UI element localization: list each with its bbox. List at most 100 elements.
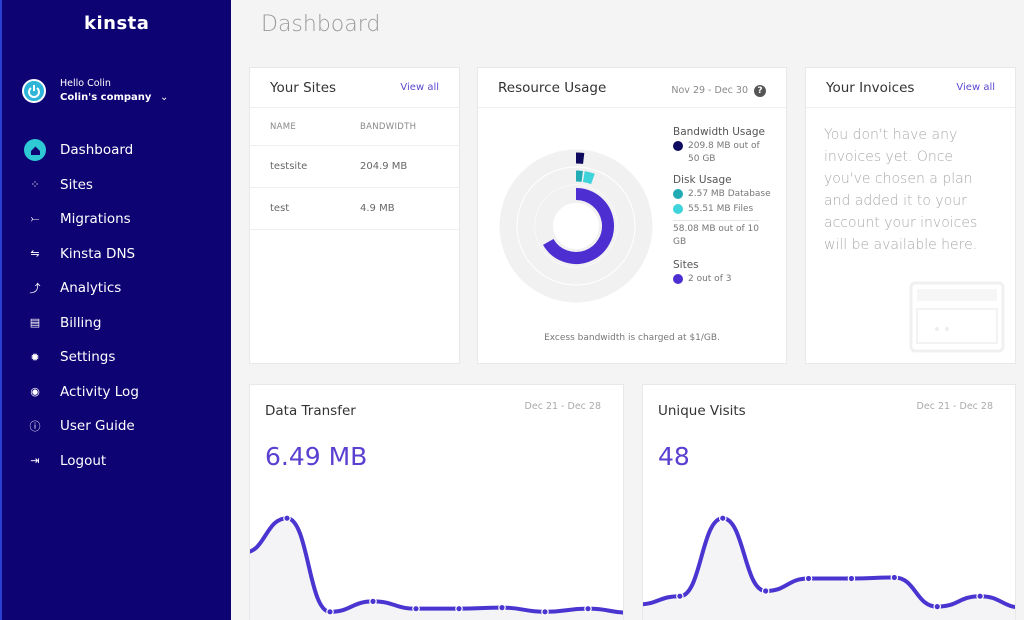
eye-icon: ◉ xyxy=(30,385,40,399)
migrations-icon: ⤚ xyxy=(30,212,40,226)
chart-point[interactable] xyxy=(804,574,813,583)
sidebar-item-kinsta-dns[interactable]: ⇋ Kinsta DNS xyxy=(2,237,231,272)
help-circle-icon: ⓘ xyxy=(29,420,41,434)
chart-point[interactable] xyxy=(455,604,463,613)
chart-point[interactable] xyxy=(283,514,291,523)
site-name: test xyxy=(270,203,290,214)
table-row[interactable]: testsite 204.9 MB xyxy=(250,146,459,188)
data-transfer-chart xyxy=(250,514,623,620)
sites-value: 2 out of 3 xyxy=(688,274,732,284)
bandwidth-value: 209.8 MB out of 50 GB xyxy=(688,141,760,164)
chart-point[interactable] xyxy=(976,592,984,601)
analytics-icon: ⤴ xyxy=(29,282,41,296)
sidebar-item-label: Kinsta DNS xyxy=(60,245,136,262)
chart-point[interactable] xyxy=(541,608,549,616)
sidebar-item-label: Dashboard xyxy=(60,142,134,159)
resource-legend: Bandwidth Usage 209.8 MB out of 50 GB Di… xyxy=(673,126,773,286)
power-icon xyxy=(28,84,40,98)
user-menu[interactable]: Hello Colin Colin's company ⌄ xyxy=(22,78,168,103)
sidebar-item-logout[interactable]: ⇥ Logout xyxy=(2,444,231,479)
disk-total-value: 58.08 MB out of 10 GB xyxy=(673,224,760,247)
sidebar-item-analytics[interactable]: ⤴ Analytics xyxy=(2,271,231,306)
sidebar-nav: Dashboard ⁘ Sites ⤚ Migrations ⇋ Kinsta DNS… xyxy=(2,133,231,478)
chart-point[interactable] xyxy=(933,602,942,611)
chart-point[interactable] xyxy=(890,573,899,582)
kinsta-logo[interactable]: kinsta xyxy=(84,13,149,34)
resource-usage-card: Resource Usage Nov 29 - Dec 30? Bandwidt… xyxy=(477,67,787,364)
unique-visits-card: Unique Visits Dec 21 - Dec 28 48 xyxy=(642,384,1016,620)
date-range: Nov 29 - Dec 30 xyxy=(671,85,748,96)
disk-usage-title: Disk Usage xyxy=(673,174,732,186)
sites-title: Sites xyxy=(673,259,699,271)
date-range: Dec 21 - Dec 28 xyxy=(916,401,993,412)
site-bandwidth: 4.9 MB xyxy=(360,203,395,214)
credit-card-icon xyxy=(909,281,1005,353)
your-sites-card: Your Sites View all NAME BANDWIDTH tests… xyxy=(249,67,460,364)
chart-point[interactable] xyxy=(369,597,377,606)
view-all-invoices-link[interactable]: View all xyxy=(956,82,995,93)
sidebar-item-sites[interactable]: ⁘ Sites xyxy=(2,168,231,203)
disk-database-value: 2.57 MB Database xyxy=(688,189,771,199)
sidebar: kinsta Hello Colin Colin's company ⌄ Das… xyxy=(0,0,231,620)
card-title: Unique Visits xyxy=(658,403,746,419)
data-transfer-card: Data Transfer Dec 21 - Dec 28 6.49 MB xyxy=(249,384,624,620)
sidebar-item-activity-log[interactable]: ◉ Activity Log xyxy=(2,375,231,410)
chart-point[interactable] xyxy=(676,592,684,601)
help-icon[interactable]: ? xyxy=(754,85,766,97)
column-header-bandwidth: BANDWIDTH xyxy=(360,121,417,132)
sidebar-item-billing[interactable]: ▤ Billing xyxy=(2,306,231,341)
chart-point[interactable] xyxy=(498,603,506,612)
excess-bandwidth-note: Excess bandwidth is charged at $1/GB. xyxy=(544,333,720,343)
sidebar-item-label: Billing xyxy=(60,314,102,331)
chart-point[interactable] xyxy=(584,604,592,613)
chart-point[interactable] xyxy=(718,514,727,523)
logout-icon: ⇥ xyxy=(30,454,40,468)
sidebar-item-label: Logout xyxy=(60,452,107,469)
card-title: Your Invoices xyxy=(826,79,915,96)
divider xyxy=(673,220,759,221)
chevron-down-icon[interactable]: ⌄ xyxy=(160,92,168,103)
resource-donut-chart xyxy=(499,149,653,303)
sidebar-item-label: Analytics xyxy=(60,280,122,297)
sidebar-item-label: User Guide xyxy=(60,418,135,435)
unique-visits-value: 48 xyxy=(658,442,690,471)
chart-point[interactable] xyxy=(412,604,420,613)
files-arc xyxy=(582,171,595,185)
bandwidth-dot xyxy=(673,141,683,151)
bandwidth-usage-title: Bandwidth Usage xyxy=(673,126,765,138)
table-row[interactable]: test 4.9 MB xyxy=(250,188,459,230)
chart-point[interactable] xyxy=(326,608,334,616)
sites-icon: ⁘ xyxy=(30,178,40,192)
dns-icon: ⇋ xyxy=(30,247,40,261)
chart-point[interactable] xyxy=(761,587,770,595)
card-title: Data Transfer xyxy=(265,403,356,419)
sidebar-item-label: Activity Log xyxy=(60,383,139,400)
gear-icon: ✹ xyxy=(30,350,40,364)
column-header-name: NAME xyxy=(270,121,297,132)
sidebar-item-settings[interactable]: ✹ Settings xyxy=(2,340,231,375)
billing-icon: ▤ xyxy=(29,316,41,330)
sites-dot xyxy=(673,274,683,284)
company-name: Colin's company xyxy=(60,92,152,103)
sidebar-item-label: Sites xyxy=(60,176,93,193)
page-title: Dashboard xyxy=(261,12,381,37)
invoices-empty-message: You don't have any invoices yet. Once yo… xyxy=(824,127,978,253)
chart-area xyxy=(250,518,623,620)
your-invoices-card: Your Invoices View all You don't have an… xyxy=(805,67,1016,364)
database-dot xyxy=(673,189,683,199)
chart-point[interactable] xyxy=(847,574,856,583)
sidebar-item-migrations[interactable]: ⤚ Migrations xyxy=(2,202,231,237)
unique-visits-chart xyxy=(643,514,1015,620)
sidebar-item-user-guide[interactable]: ⓘ User Guide xyxy=(2,409,231,444)
avatar xyxy=(22,78,46,103)
disk-files-value: 55.51 MB Files xyxy=(688,204,754,214)
sidebar-item-dashboard[interactable]: Dashboard xyxy=(2,133,231,168)
files-dot xyxy=(673,204,683,214)
data-transfer-value: 6.49 MB xyxy=(265,442,368,471)
sidebar-item-label: Settings xyxy=(60,349,116,366)
sidebar-item-label: Migrations xyxy=(60,211,131,228)
view-all-sites-link[interactable]: View all xyxy=(400,82,439,93)
site-name: testsite xyxy=(270,161,308,172)
card-title: Your Sites xyxy=(270,79,337,96)
site-bandwidth: 204.9 MB xyxy=(360,161,408,172)
